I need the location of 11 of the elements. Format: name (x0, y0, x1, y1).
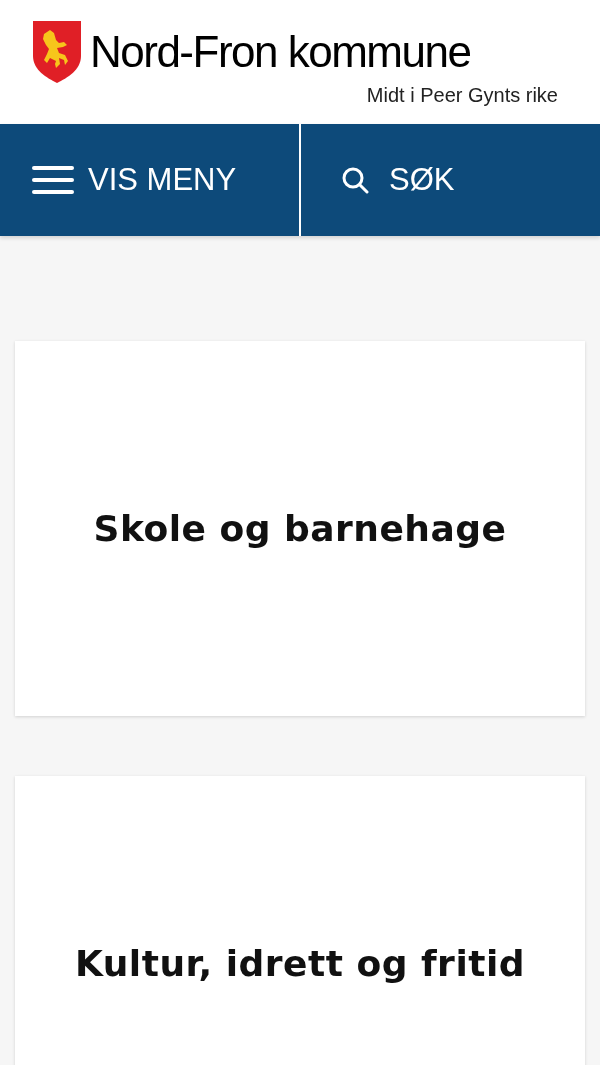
category-card[interactable]: Kultur, idrett og fritid (15, 776, 585, 1065)
card-title: Skole og barnehage (93, 508, 507, 549)
card-title: Kultur, idrett og fritid (74, 943, 526, 984)
menu-button[interactable]: VIS MENY (0, 124, 299, 236)
category-card[interactable]: Skole og barnehage (15, 341, 585, 716)
site-tagline: Midt i Peer Gynts rike (366, 84, 558, 107)
search-button[interactable]: SØK (301, 124, 600, 236)
site-title[interactable]: Nord-Fron kommune (90, 27, 471, 77)
search-icon (341, 166, 369, 194)
menu-icon (32, 165, 74, 195)
coat-of-arms-icon (32, 20, 82, 84)
